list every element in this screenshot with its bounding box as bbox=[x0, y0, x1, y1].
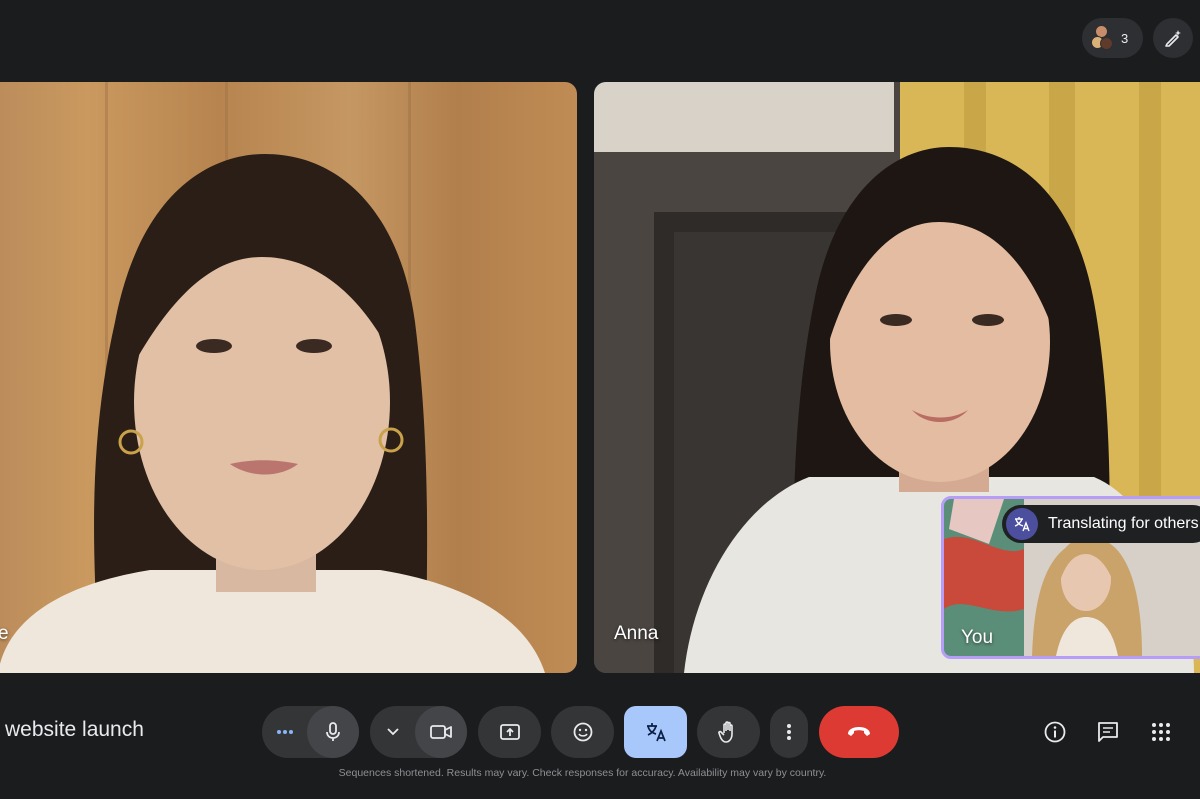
participant-name: e bbox=[0, 623, 9, 644]
participant-video bbox=[0, 82, 545, 673]
self-name: You bbox=[961, 627, 994, 648]
audio-options-button[interactable] bbox=[262, 706, 307, 758]
camera-button[interactable] bbox=[415, 706, 467, 758]
translating-label: Translating for others bbox=[1048, 515, 1199, 532]
participant-name: Anna bbox=[614, 623, 659, 644]
more-vert-icon bbox=[787, 724, 791, 740]
participants-button[interactable]: 3 bbox=[1082, 18, 1143, 58]
raise-hand-icon bbox=[717, 721, 733, 743]
translate-icon bbox=[646, 723, 666, 742]
camera-icon bbox=[430, 725, 452, 739]
visual-effects-button[interactable] bbox=[1153, 18, 1193, 58]
video-options-button[interactable] bbox=[370, 706, 415, 758]
participant-count: 3 bbox=[1121, 30, 1129, 46]
present-button[interactable] bbox=[478, 706, 541, 758]
leave-call-button[interactable] bbox=[819, 706, 899, 758]
translating-indicator: Translating for others bbox=[1002, 505, 1200, 543]
more-dots-icon bbox=[276, 730, 293, 734]
activities-button[interactable] bbox=[1141, 712, 1181, 752]
apps-grid-icon bbox=[1152, 723, 1170, 741]
chevron-down-icon bbox=[386, 728, 399, 736]
participant-tile[interactable]: e bbox=[0, 82, 577, 673]
pencil-sparkle-icon bbox=[1165, 30, 1181, 47]
raise-hand-button[interactable] bbox=[697, 706, 760, 758]
disclaimer-text: Sequences shortened. Results may vary. C… bbox=[338, 767, 827, 779]
microphone-button[interactable] bbox=[307, 706, 359, 758]
chat-icon bbox=[1098, 722, 1118, 742]
info-icon bbox=[1044, 721, 1066, 743]
translate-button[interactable] bbox=[624, 706, 687, 758]
emoji-icon bbox=[573, 722, 592, 742]
participant-avatars bbox=[1091, 25, 1113, 51]
audio-control-group bbox=[262, 706, 359, 758]
meeting-title: website launch bbox=[5, 718, 144, 741]
more-options-button[interactable] bbox=[770, 706, 808, 758]
reactions-button[interactable] bbox=[551, 706, 614, 758]
chat-button[interactable] bbox=[1088, 712, 1128, 752]
microphone-icon bbox=[326, 722, 340, 741]
translate-icon bbox=[1006, 508, 1038, 540]
present-screen-icon bbox=[499, 724, 520, 740]
meeting-details-button[interactable] bbox=[1035, 712, 1075, 752]
avatar bbox=[1100, 37, 1113, 50]
video-control-group bbox=[370, 706, 467, 758]
end-call-icon bbox=[848, 727, 870, 736]
